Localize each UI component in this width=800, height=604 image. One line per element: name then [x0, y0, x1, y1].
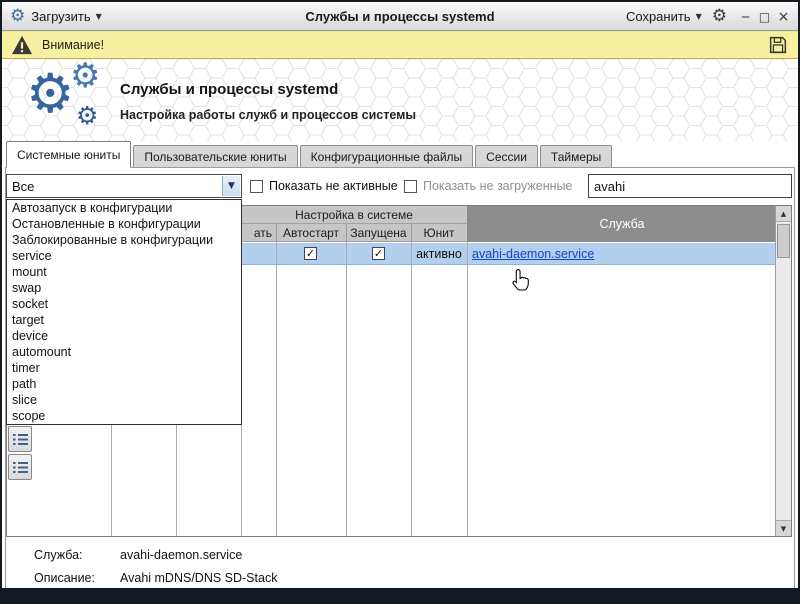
detailed-list-icon — [13, 461, 28, 474]
page-title: Службы и процессы systemd — [120, 81, 338, 98]
column-divider — [276, 224, 277, 242]
tab-system-units[interactable]: Системные юниты — [6, 141, 131, 167]
combobox-value: Все — [12, 179, 34, 194]
settings-gear-button[interactable]: ⚙ — [712, 8, 727, 25]
dropdown-item[interactable]: device — [7, 328, 241, 344]
dropdown-item[interactable]: timer — [7, 360, 241, 376]
app-icon: ⚙ — [10, 8, 25, 25]
scrollbar-thumb[interactable] — [777, 224, 790, 258]
column-line — [411, 242, 412, 536]
column-divider — [411, 224, 412, 242]
column-divider — [346, 224, 347, 242]
chevron-down-icon: ▼ — [696, 12, 702, 21]
gear-icon: ⚙ — [70, 59, 100, 93]
service-value: avahi-daemon.service — [120, 548, 242, 562]
load-menu-button[interactable]: Загрузить ▼ — [31, 9, 102, 24]
service-link[interactable]: avahi-daemon.service — [472, 243, 594, 265]
save-menu-label: Сохранить — [626, 9, 691, 24]
gears-artwork-icon: ⚙ — [26, 67, 74, 121]
dropdown-item[interactable]: service — [7, 248, 241, 264]
column-line — [467, 242, 468, 536]
service-label: Служба: — [34, 548, 83, 562]
group-header-system: Настройка в системе — [241, 206, 467, 224]
description-value: Avahi mDNS/DNS SD-Stack — [120, 571, 277, 585]
unit-filter-combobox[interactable]: Все ▼ — [6, 174, 242, 198]
dropdown-item[interactable]: swap — [7, 280, 241, 296]
dropdown-item[interactable]: Остановленные в конфигурации — [7, 216, 241, 232]
page-subtitle: Настройка работы служб и процессов систе… — [120, 108, 416, 122]
tab-timers[interactable]: Таймеры — [540, 145, 612, 167]
gear-icon: ⚙ — [76, 103, 98, 128]
search-input[interactable] — [588, 174, 792, 198]
list-icon — [13, 433, 28, 446]
floppy-disk-icon — [767, 34, 789, 56]
tab-config-files[interactable]: Конфигурационные файлы — [300, 145, 473, 167]
show-unloaded-label: Показать не загруженные — [423, 179, 572, 193]
unit-state: активно — [411, 243, 467, 265]
col-header-unit: Юнит — [411, 224, 467, 242]
dropdown-item[interactable]: slice — [7, 392, 241, 408]
dropdown-item[interactable]: Заблокированные в конфигурации — [7, 232, 241, 248]
show-inactive-label: Показать не активные — [269, 179, 398, 193]
hand-cursor-icon — [512, 268, 530, 296]
col-header-partial: ать — [241, 224, 276, 242]
close-button[interactable]: × — [775, 9, 792, 25]
col-header-autostart: Автостарт — [276, 224, 346, 242]
list-view-button[interactable] — [8, 426, 32, 452]
warning-icon — [11, 35, 33, 55]
show-inactive-checkbox-group: Показать не активные — [250, 174, 398, 198]
app-window: ⚙ Загрузить ▼ Службы и процессы systemd … — [2, 2, 798, 588]
show-unloaded-checkbox[interactable] — [404, 180, 417, 193]
tab-bar: Системные юниты Пользовательские юниты К… — [6, 141, 614, 167]
window-frame: ⚙ Загрузить ▼ Службы и процессы systemd … — [0, 0, 800, 604]
dropdown-item[interactable]: Автозапуск в конфигурации — [7, 200, 241, 216]
save-menu-button[interactable]: Сохранить ▼ — [626, 9, 702, 24]
column-line — [276, 242, 277, 536]
minimize-button[interactable]: ─ — [737, 10, 754, 24]
title-bar: ⚙ Загрузить ▼ Службы и процессы systemd … — [2, 2, 798, 31]
detail-view-button[interactable] — [8, 454, 32, 480]
running-checkbox-checked[interactable] — [372, 247, 385, 260]
dropdown-item[interactable]: path — [7, 376, 241, 392]
column-line — [346, 242, 347, 536]
scroll-down-button[interactable]: ▼ — [776, 520, 791, 536]
load-menu-label: Загрузить — [31, 9, 90, 24]
combobox-dropdown-button[interactable]: ▼ — [222, 176, 240, 196]
col-header-service: Служба — [467, 206, 777, 242]
show-unloaded-checkbox-group: Показать не загруженные — [404, 174, 572, 198]
dropdown-item[interactable]: target — [7, 312, 241, 328]
save-file-button[interactable] — [767, 34, 789, 56]
combobox-dropdown-list: Автозапуск в конфигурации Остановленные … — [6, 199, 242, 425]
tab-user-units[interactable]: Пользовательские юниты — [133, 145, 297, 167]
autostart-checkbox-checked[interactable] — [304, 247, 317, 260]
dropdown-item[interactable]: scope — [7, 408, 241, 424]
show-inactive-checkbox[interactable] — [250, 180, 263, 193]
warning-bar: Внимание! — [2, 31, 798, 59]
maximize-button[interactable]: □ — [756, 10, 773, 24]
dropdown-item[interactable]: mount — [7, 264, 241, 280]
chevron-down-icon: ▼ — [96, 12, 102, 21]
dropdown-item[interactable]: socket — [7, 296, 241, 312]
warning-text: Внимание! — [42, 38, 104, 52]
hexagon-pattern — [2, 59, 798, 141]
description-label: Описание: — [34, 571, 95, 585]
header-banner: ⚙ ⚙ ⚙ Службы и процессы systemd Настройк… — [2, 59, 798, 141]
dropdown-item[interactable]: automount — [7, 344, 241, 360]
tab-sessions[interactable]: Сессии — [475, 145, 538, 167]
chevron-down-icon: ▼ — [228, 181, 235, 191]
scroll-up-button[interactable]: ▲ — [776, 206, 791, 222]
col-header-running: Запущена — [346, 224, 411, 242]
vertical-scrollbar[interactable]: ▲ ▼ — [775, 206, 791, 536]
